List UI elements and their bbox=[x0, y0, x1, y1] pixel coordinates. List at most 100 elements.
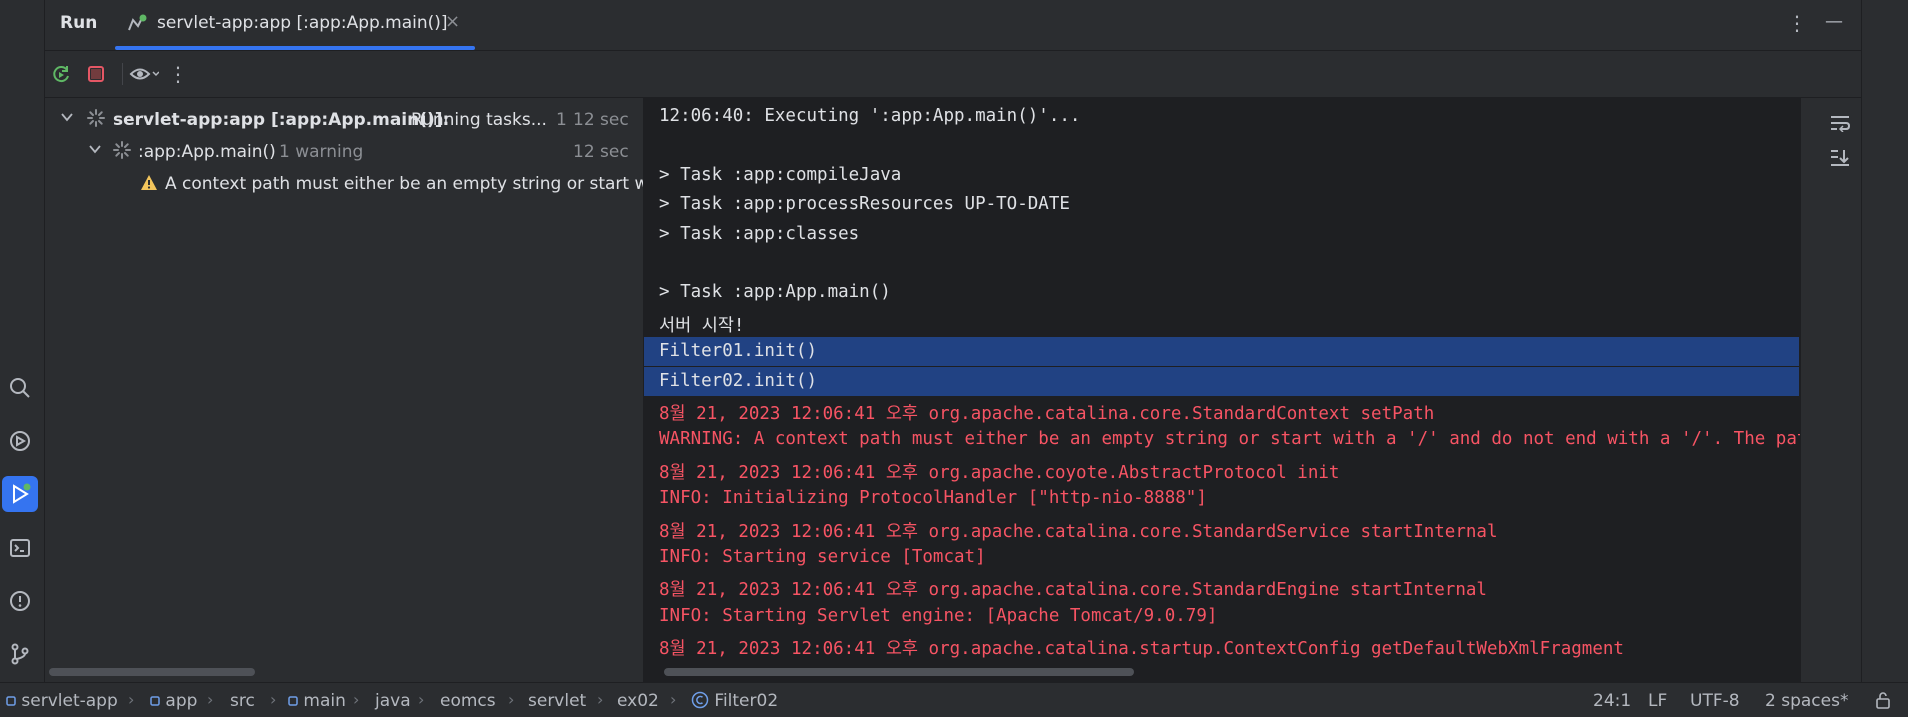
console-line-text: > Task :app:classes bbox=[659, 223, 860, 244]
module-icon bbox=[288, 696, 298, 706]
console-line-text: 8월 21, 2023 12:06:41 오후 org.apache.catal… bbox=[659, 521, 1498, 542]
console-line-text: 8월 21, 2023 12:06:41 오후 org.apache.coyot… bbox=[659, 462, 1340, 483]
console-line-text: 12:06:40: Executing ':app:App.main()'... bbox=[659, 106, 1081, 126]
console-line-text: > Task :app:processResources UP-TO-DATE bbox=[659, 194, 1070, 215]
console-line: INFO: Starting service [Tomcat] bbox=[644, 543, 1799, 572]
breadcrumb-app[interactable]: app bbox=[150, 691, 197, 711]
status-bar: servlet-app › app › src › main › java › … bbox=[0, 682, 1908, 717]
breadcrumb-separator: › bbox=[670, 690, 677, 709]
active-tab-underline bbox=[115, 46, 475, 50]
run-tool-window-header: Run servlet-app:app [:app:App.main()] × … bbox=[45, 0, 1861, 51]
root-count: 1 bbox=[556, 110, 567, 130]
console-line: 8월 21, 2023 12:06:41 오후 org.apache.catal… bbox=[644, 631, 1799, 660]
minimize-icon[interactable]: — bbox=[1825, 11, 1843, 32]
terminal-icon[interactable] bbox=[2, 530, 38, 566]
breadcrumb-label: Filter02 bbox=[714, 691, 779, 711]
console-side-toolbar bbox=[1800, 98, 1862, 682]
console-line: Filter02.init() bbox=[644, 366, 1799, 396]
breadcrumb-separator: › bbox=[128, 690, 135, 709]
root-status: Running tasks... bbox=[411, 110, 547, 130]
breadcrumb-label: app bbox=[165, 691, 198, 711]
tab-run-configuration[interactable]: servlet-app:app [:app:App.main()] × bbox=[115, 0, 475, 50]
tree-horizontal-scrollbar[interactable] bbox=[49, 668, 255, 676]
console-line: 서버 시작! bbox=[644, 308, 1799, 337]
module-icon bbox=[150, 696, 160, 706]
console-line: 8월 21, 2023 12:06:41 오후 org.apache.catal… bbox=[644, 514, 1799, 543]
indent-setting[interactable]: 2 spaces* bbox=[1765, 691, 1848, 711]
console-line-text: Filter01.init() bbox=[659, 341, 818, 362]
problems-icon[interactable] bbox=[2, 583, 38, 619]
tree-node-root[interactable]: servlet-app:app [:app:App.main()]: Runni… bbox=[45, 104, 643, 134]
tree-node-warning[interactable]: A context path must either be an empty s… bbox=[45, 168, 643, 198]
console-output[interactable]: 12:06:40: Executing ':app:App.main()'...… bbox=[644, 98, 1860, 682]
caret-position[interactable]: 24:1 bbox=[1593, 691, 1631, 711]
breadcrumb-separator: › bbox=[353, 690, 360, 709]
tree-node-task[interactable]: :app:App.main() 1 warning 12 sec bbox=[45, 136, 643, 166]
console-line-text: > Task :app:compileJava bbox=[659, 164, 902, 185]
git-icon[interactable] bbox=[2, 636, 38, 672]
breadcrumb-label: servlet-app bbox=[21, 691, 118, 711]
breadcrumb-separator: › bbox=[270, 690, 277, 709]
task-time: 12 sec bbox=[573, 142, 629, 162]
scroll-to-end-icon[interactable] bbox=[1829, 148, 1851, 172]
breadcrumb-separator: › bbox=[508, 690, 515, 709]
soft-wrap-icon[interactable] bbox=[1829, 114, 1851, 136]
console-line: > Task :app:compileJava bbox=[644, 161, 1799, 190]
console-line-text: 8월 21, 2023 12:06:41 오후 org.apache.catal… bbox=[659, 404, 1435, 424]
console-line: > Task :app:classes bbox=[644, 220, 1799, 249]
more-actions-icon[interactable]: ⋮ bbox=[165, 61, 191, 87]
console-line: 8월 21, 2023 12:06:41 오후 org.apache.catal… bbox=[644, 572, 1799, 601]
rerun-icon[interactable] bbox=[48, 61, 74, 87]
show-icon[interactable] bbox=[128, 61, 160, 87]
search-icon[interactable] bbox=[2, 370, 38, 406]
console-line: INFO: Starting Servlet engine: [Apache T… bbox=[644, 602, 1799, 631]
chevron-down-icon[interactable] bbox=[88, 141, 102, 161]
console-line: 8월 21, 2023 12:06:41 오후 org.apache.coyot… bbox=[644, 455, 1799, 484]
console-line-text: INFO: Starting Servlet engine: [Apache T… bbox=[659, 605, 1218, 626]
warning-count: 1 warning bbox=[279, 142, 364, 162]
stop-icon[interactable] bbox=[83, 61, 109, 87]
root-time: 12 sec bbox=[573, 110, 629, 130]
run-title: Run bbox=[60, 13, 98, 33]
line-separator[interactable]: LF bbox=[1648, 691, 1667, 711]
run-toolbar: ⋮ bbox=[45, 51, 1861, 98]
breadcrumb-servlet[interactable]: servlet bbox=[528, 691, 586, 711]
tool-window-strip bbox=[0, 0, 45, 716]
breadcrumb-separator: › bbox=[597, 690, 604, 709]
breadcrumb-main[interactable]: main bbox=[288, 691, 346, 711]
more-options-icon[interactable]: ⋮ bbox=[1787, 11, 1807, 35]
breadcrumb-label: main bbox=[303, 691, 346, 711]
breadcrumb-eomcs[interactable]: eomcs bbox=[440, 691, 496, 711]
build-tree: servlet-app:app [:app:App.main()]: Runni… bbox=[45, 98, 644, 682]
breadcrumb-filter02[interactable]: Filter02 bbox=[691, 691, 778, 711]
console-line: 8월 21, 2023 12:06:41 오후 org.apache.catal… bbox=[644, 396, 1799, 425]
breadcrumb-separator: › bbox=[207, 690, 214, 709]
run-tool-icon[interactable] bbox=[2, 476, 38, 512]
console-line-text: Filter02.init() bbox=[659, 370, 818, 391]
console-line: WARNING: A context path must either be a… bbox=[644, 425, 1860, 454]
file-encoding[interactable]: UTF-8 bbox=[1690, 691, 1740, 711]
breadcrumb-project[interactable]: servlet-app bbox=[6, 691, 118, 711]
tab-title: servlet-app:app [:app:App.main()] bbox=[157, 13, 448, 33]
console-line: Filter01.init() bbox=[644, 337, 1799, 367]
console-line-text: 8월 21, 2023 12:06:41 오후 org.apache.catal… bbox=[659, 580, 1487, 601]
console-line-text: 8월 21, 2023 12:06:41 오후 org.apache.catal… bbox=[659, 639, 1624, 660]
console-line-text: 서버 시작! bbox=[659, 315, 745, 336]
module-icon bbox=[6, 696, 16, 706]
task-title: :app:App.main() bbox=[138, 142, 276, 162]
chevron-down-icon[interactable] bbox=[60, 109, 74, 129]
breadcrumb-java[interactable]: java bbox=[375, 691, 411, 711]
run-config-icon bbox=[127, 14, 149, 38]
lock-icon[interactable] bbox=[1874, 691, 1892, 714]
breadcrumb-ex02[interactable]: ex02 bbox=[617, 691, 659, 711]
console-line-text: WARNING: A context path must either be a… bbox=[659, 429, 1860, 450]
console-line: > Task :app:processResources UP-TO-DATE bbox=[644, 190, 1799, 219]
close-icon[interactable]: × bbox=[445, 11, 460, 32]
toolbar-divider bbox=[122, 63, 123, 85]
services-icon[interactable] bbox=[2, 423, 38, 459]
console-line: 12:06:40: Executing ':app:App.main()'... bbox=[644, 102, 1799, 131]
console-horizontal-scrollbar[interactable] bbox=[664, 668, 1134, 676]
breadcrumb-src[interactable]: src bbox=[230, 691, 255, 711]
